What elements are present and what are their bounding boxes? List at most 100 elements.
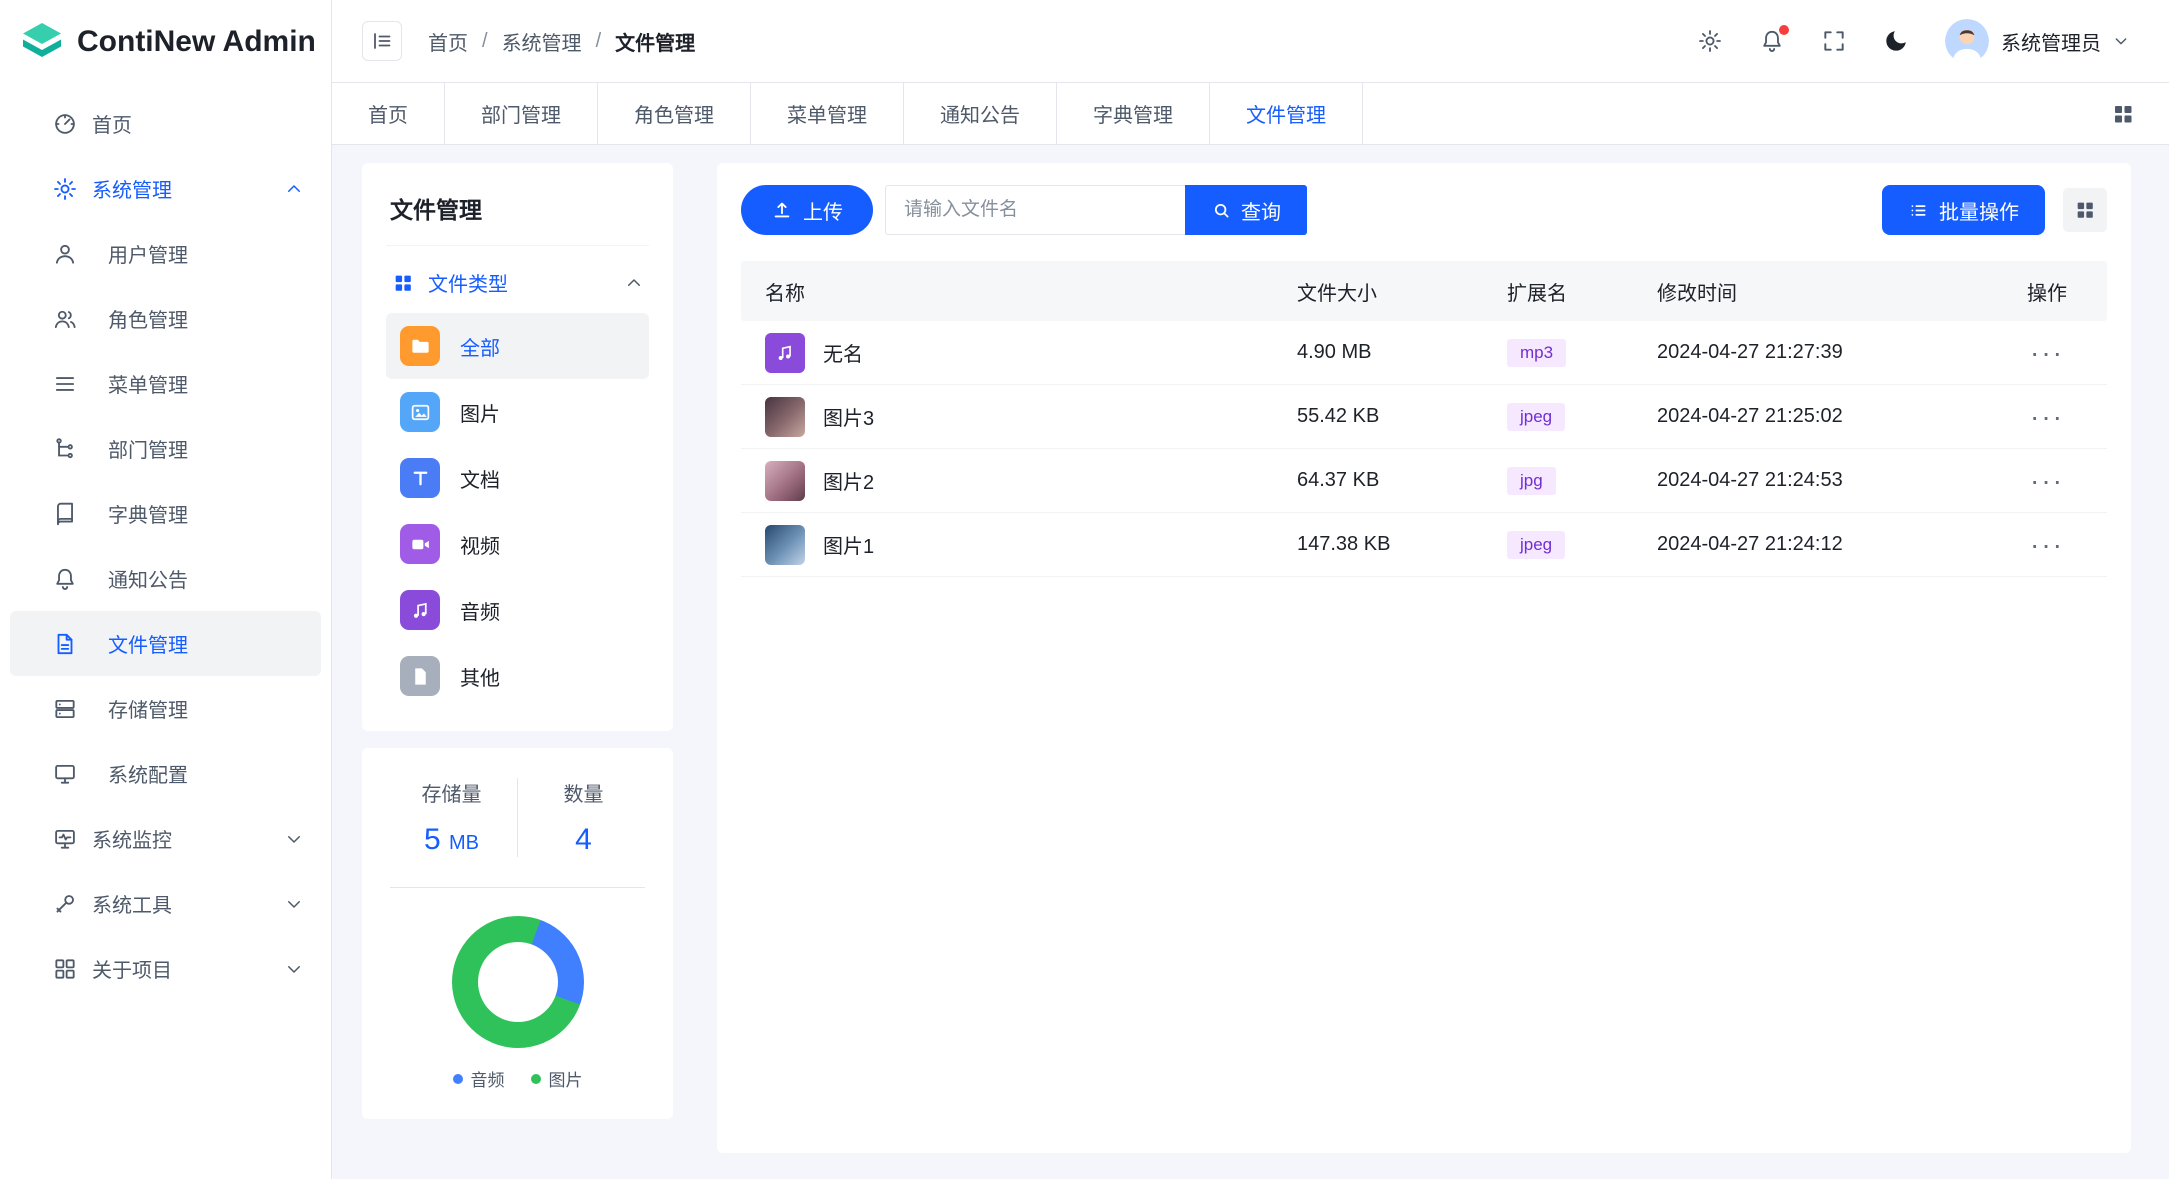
- tab-notifications[interactable]: 通知公告: [904, 83, 1057, 144]
- storage-label: 存储量: [386, 778, 517, 807]
- toolbar: 上传 查询: [741, 185, 2107, 235]
- main-area: 首页 / 系统管理 / 文件管理: [332, 0, 2169, 1179]
- row-actions-button[interactable]: ···: [2030, 403, 2064, 431]
- query-button[interactable]: 查询: [1185, 185, 1307, 235]
- wrench-icon: [52, 891, 78, 917]
- menu-lines-icon: [52, 371, 78, 397]
- tree-icon: [52, 436, 78, 462]
- app-root: ContiNew Admin 首页 系统管理: [0, 0, 2169, 1179]
- file-type-section-toggle[interactable]: 文件类型: [386, 246, 649, 313]
- batch-operations-button[interactable]: 批量操作: [1882, 185, 2045, 235]
- sidebar-item-system-monitor[interactable]: 系统监控: [10, 806, 321, 871]
- bell-icon: [52, 566, 78, 592]
- tab-file-management[interactable]: 文件管理: [1210, 83, 1363, 144]
- search-icon: [1211, 200, 1232, 221]
- dark-mode-button[interactable]: [1883, 28, 1909, 54]
- modified-time: 2024-04-27 21:24:12: [1657, 533, 1987, 556]
- breadcrumb-item[interactable]: 首页: [428, 27, 468, 56]
- sidebar-item-menu-management[interactable]: 菜单管理: [10, 351, 321, 416]
- file-type-videos[interactable]: 视频: [386, 511, 649, 577]
- fullscreen-button[interactable]: [1821, 28, 1847, 54]
- grid-view-button[interactable]: [2063, 188, 2107, 232]
- sidebar-item-label: 用户管理: [108, 239, 188, 268]
- table-row[interactable]: 图片2 64.37 KB jpg 2024-04-27 21:24:53 ···: [741, 449, 2107, 513]
- table-row[interactable]: 图片3 55.42 KB jpeg 2024-04-27 21:25:02 ··…: [741, 385, 2107, 449]
- sidebar-item-role-management[interactable]: 角色管理: [10, 286, 321, 351]
- sidebar-item-label: 存储管理: [108, 694, 188, 723]
- file-icon: [400, 656, 440, 696]
- grid-icon: [2111, 102, 2135, 126]
- content: 文件管理 文件类型 全部: [332, 145, 2169, 1179]
- row-actions-button[interactable]: ···: [2030, 339, 2064, 367]
- chevron-up-icon: [285, 180, 303, 198]
- file-type-documents[interactable]: 文档: [386, 445, 649, 511]
- extension-tag: mp3: [1507, 339, 1566, 367]
- notifications-button[interactable]: [1759, 28, 1785, 54]
- tab-department-management[interactable]: 部门管理: [445, 83, 598, 144]
- legend-item-audio[interactable]: 音频: [453, 1066, 505, 1091]
- breadcrumb-item[interactable]: 系统管理: [502, 27, 582, 56]
- file-thumbnail: [765, 397, 805, 437]
- tab-label: 菜单管理: [787, 99, 867, 128]
- tab-dictionary-management[interactable]: 字典管理: [1057, 83, 1210, 144]
- sidebar-item-file-management[interactable]: 文件管理: [10, 611, 321, 676]
- row-actions-button[interactable]: ···: [2030, 467, 2064, 495]
- dashboard-icon: [52, 111, 78, 137]
- file-type-other[interactable]: 其他: [386, 643, 649, 709]
- search-group: 查询: [885, 185, 1307, 235]
- file-type-all[interactable]: 全部: [386, 313, 649, 379]
- column-header-ops: 操作: [1987, 277, 2107, 306]
- sidebar-item-dictionary-management[interactable]: 字典管理: [10, 481, 321, 546]
- file-name-cell: 无名: [741, 333, 1297, 373]
- toolbar-right: 批量操作: [1882, 185, 2107, 235]
- file-list-panel: 上传 查询: [717, 163, 2131, 1153]
- legend-label: 图片: [549, 1066, 583, 1091]
- file-thumbnail: [765, 461, 805, 501]
- tab-role-management[interactable]: 角色管理: [598, 83, 751, 144]
- file-size: 64.37 KB: [1297, 469, 1507, 492]
- sidebar-item-department-management[interactable]: 部门管理: [10, 416, 321, 481]
- file-type-label: 音频: [460, 596, 500, 625]
- filename-search-input[interactable]: [885, 185, 1185, 235]
- user-menu[interactable]: 系统管理员: [1945, 19, 2129, 63]
- sidebar-item-system-management[interactable]: 系统管理: [10, 156, 321, 221]
- sidebar-collapse-button[interactable]: [362, 21, 402, 61]
- legend-item-images[interactable]: 图片: [531, 1066, 583, 1091]
- tab-label: 文件管理: [1246, 99, 1326, 128]
- tab-bar: 首页 部门管理 角色管理 菜单管理 通知公告 字典管理 文件管理: [332, 83, 2169, 145]
- sidebar-item-storage-management[interactable]: 存储管理: [10, 676, 321, 741]
- chart-legend: 音频 图片: [453, 1066, 583, 1091]
- tab-label: 字典管理: [1093, 99, 1173, 128]
- table-row[interactable]: 图片1 147.38 KB jpeg 2024-04-27 21:24:12 ·…: [741, 513, 2107, 577]
- settings-button[interactable]: [1697, 28, 1723, 54]
- sidebar-item-about-project[interactable]: 关于项目: [10, 936, 321, 1001]
- file-table: 名称 文件大小 扩展名 修改时间 操作 无名 4.90 MB: [741, 261, 2107, 577]
- row-actions-button[interactable]: ···: [2030, 531, 2064, 559]
- file-type-chart: 音频 图片: [386, 916, 649, 1091]
- legend-label: 音频: [471, 1066, 505, 1091]
- storage-stat: 存储量 5 MB: [386, 778, 517, 857]
- sidebar-item-label: 部门管理: [108, 434, 188, 463]
- upload-button[interactable]: 上传: [741, 185, 873, 235]
- file-type-label: 视频: [460, 530, 500, 559]
- tab-home[interactable]: 首页: [332, 83, 445, 144]
- file-name-cell: 图片1: [741, 525, 1297, 565]
- file-name-cell: 图片3: [741, 397, 1297, 437]
- tab-menu-management[interactable]: 菜单管理: [751, 83, 904, 144]
- table-row[interactable]: 无名 4.90 MB mp3 2024-04-27 21:27:39 ···: [741, 321, 2107, 385]
- legend-dot: [453, 1074, 463, 1084]
- sidebar-item-system-tools[interactable]: 系统工具: [10, 871, 321, 936]
- sidebar-item-label: 菜单管理: [108, 369, 188, 398]
- video-icon: [400, 524, 440, 564]
- sidebar-item-system-config[interactable]: 系统配置: [10, 741, 321, 806]
- file-type-audio[interactable]: 音频: [386, 577, 649, 643]
- tab-actions-button[interactable]: [2111, 102, 2135, 126]
- logo-icon: [20, 20, 64, 64]
- sidebar-item-home[interactable]: 首页: [10, 91, 321, 156]
- sidebar-item-user-management[interactable]: 用户管理: [10, 221, 321, 286]
- sidebar-item-notifications[interactable]: 通知公告: [10, 546, 321, 611]
- count-label: 数量: [518, 778, 649, 807]
- breadcrumb-separator: /: [482, 30, 488, 53]
- file-size: 55.42 KB: [1297, 405, 1507, 428]
- file-type-images[interactable]: 图片: [386, 379, 649, 445]
